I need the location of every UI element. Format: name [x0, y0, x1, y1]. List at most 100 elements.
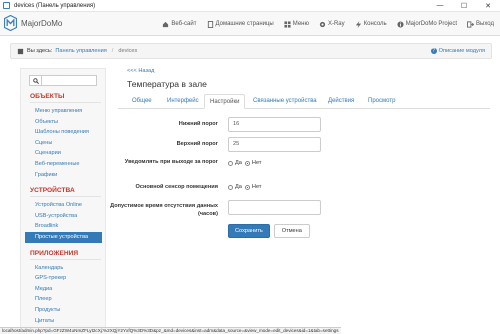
nav-project[interactable]: MajorDoMo Project — [397, 20, 458, 28]
main-sensor-yes-label: Да — [235, 184, 242, 190]
notify-radio-group: Да Нет — [228, 160, 264, 166]
nav-website[interactable]: Веб-сайт — [162, 21, 197, 28]
nav-project-label: MajorDoMo Project — [405, 21, 458, 27]
sidebar-item-scripts[interactable]: Сценарии — [21, 148, 105, 159]
breadcrumb-prefix: Вы здесь: — [27, 48, 53, 54]
main-sensor-no-label: Нет — [251, 184, 262, 190]
bolt-icon — [355, 20, 361, 28]
app-icon — [3, 2, 10, 9]
question-icon: ? — [430, 48, 437, 54]
sidebar-item-usb-devices[interactable]: USB-устройства — [21, 211, 105, 222]
notify-yes-radio[interactable] — [228, 160, 233, 166]
sidebar: ОБЪЕКТЫ Меню управления Объекты Шаблоны … — [20, 68, 106, 330]
tab-preview[interactable]: Просмотр — [368, 94, 395, 109]
main-sensor-yes-option[interactable]: Да — [228, 184, 242, 190]
nav-homepages-label: Домашние страницы — [215, 21, 274, 27]
nav-xray-label: X-Ray — [327, 21, 345, 27]
nav-menu[interactable]: Меню — [284, 20, 309, 28]
search-icon — [32, 77, 39, 84]
high-threshold-label: Верхний порог — [176, 141, 218, 147]
main-sensor-yes-radio[interactable] — [228, 184, 233, 190]
minimize-button[interactable]: — — [428, 0, 452, 12]
notify-no-option[interactable]: Нет — [244, 160, 262, 166]
tab-interface[interactable]: Интерфейс — [167, 94, 199, 109]
brand-name: MajorDoMo — [21, 18, 63, 28]
module-help-link[interactable]: ? Описание модуля — [430, 48, 485, 54]
nav-xray[interactable]: X-Ray — [319, 21, 345, 28]
file-icon — [207, 20, 213, 28]
sidebar-item-player[interactable]: Плеер — [21, 294, 105, 305]
nav-console[interactable]: Консоль — [355, 20, 387, 28]
tab-settings[interactable]: Настройки — [204, 94, 246, 109]
nav-homepages[interactable]: Домашние страницы — [207, 20, 274, 28]
tab-general[interactable]: Общее — [132, 94, 152, 109]
main-sensor-no-radio[interactable] — [244, 184, 250, 190]
absence-hours-input[interactable] — [228, 200, 321, 215]
form-buttons: Сохранить Отмена — [228, 224, 310, 238]
sidebar-item-scenes[interactable]: Сцены — [21, 138, 105, 149]
module-help-label: Описание модуля — [438, 48, 485, 54]
notify-yes-label: Да — [235, 160, 242, 166]
low-threshold-label: Нижний порог — [178, 121, 218, 127]
tabs: Общее Интерфейс Настройки Связанные устр… — [118, 94, 490, 109]
nav-logout[interactable]: Выход — [467, 20, 494, 28]
notify-no-label: Нет — [251, 160, 262, 166]
nav-links: Веб-сайт Домашние страницы Меню X-Ray Ко… — [152, 12, 494, 36]
low-threshold-input[interactable]: 16 — [228, 117, 321, 132]
sidebar-item-objects[interactable]: Объекты — [21, 117, 105, 128]
breadcrumb: Вы здесь: Панель управления / devices ? … — [10, 43, 492, 59]
high-threshold-input[interactable]: 25 — [228, 137, 321, 152]
sidebar-item-behavior-templates[interactable]: Шаблоны поведения — [21, 127, 105, 138]
absence-label: Допустимое время отсутствия данных (часо… — [110, 203, 218, 217]
cancel-button[interactable]: Отмена — [273, 224, 310, 238]
main-sensor-radio-group: Да Нет — [228, 184, 264, 190]
majordomo-logo-icon — [4, 15, 17, 31]
sidebar-item-devices-online[interactable]: Устройства Online — [21, 200, 105, 211]
page-title: Температура в зале — [127, 79, 207, 89]
sidebar-item-charts[interactable]: Графики — [21, 170, 105, 181]
home-icon — [163, 21, 169, 27]
breadcrumb-link-control-panel[interactable]: Панель управления — [55, 48, 106, 54]
window-title: devices (Панель управления) — [14, 2, 96, 9]
sidebar-item-broadlink[interactable]: Broadlink — [21, 221, 105, 232]
sidebar-item-web-variables[interactable]: Веб-переменные — [21, 159, 105, 170]
location-icon — [17, 48, 24, 54]
nav-logout-label: Выход — [476, 21, 494, 27]
main-sensor-no-option[interactable]: Нет — [244, 184, 262, 190]
tab-linked-devices[interactable]: Связанные устройства — [253, 94, 317, 109]
sidebar-item-calendar[interactable]: Календарь — [21, 263, 105, 274]
nav-console-label: Консоль — [363, 21, 387, 27]
main-sensor-label: Основной сенсор помещения — [135, 184, 218, 190]
back-link[interactable]: <<< Назад — [127, 68, 496, 74]
search-button[interactable] — [29, 75, 41, 86]
save-button[interactable]: Сохранить — [228, 224, 270, 238]
nav-website-label: Веб-сайт — [171, 21, 197, 27]
notify-yes-option[interactable]: Да — [228, 160, 242, 166]
notify-no-radio[interactable] — [244, 160, 250, 166]
sidebar-section-devices: УСТРОЙСТВА — [30, 187, 101, 198]
sidebar-item-media[interactable]: Медиа — [21, 284, 105, 295]
tab-actions[interactable]: Действия — [328, 94, 354, 109]
sidebar-section-apps: ПРИЛОЖЕНИЯ — [30, 250, 101, 260]
maximize-button[interactable]: ☐ — [452, 0, 476, 12]
sidebar-item-quotes[interactable]: Цитаты — [21, 316, 105, 327]
window-titlebar: devices (Панель управления) — ☐ ✕ — [0, 0, 500, 12]
sidebar-section-objects: ОБЪЕКТЫ — [30, 93, 101, 103]
grid-icon — [284, 20, 291, 28]
main-content: <<< Назад Температура в зале Общее Интер… — [110, 68, 496, 238]
sidebar-item-simple-devices[interactable]: Простые устройства — [25, 231, 102, 243]
top-navbar: MajorDoMo Веб-сайт Домашние страницы Мен… — [0, 12, 500, 36]
eye-icon — [319, 21, 326, 27]
sidebar-search — [29, 75, 97, 86]
window-controls: — ☐ ✕ — [428, 0, 500, 12]
logout-icon — [467, 20, 475, 28]
info-icon — [397, 20, 404, 28]
brand[interactable]: MajorDoMo — [4, 15, 62, 31]
sidebar-item-gps-tracker[interactable]: GPS-трекер — [21, 273, 105, 284]
breadcrumb-current: devices — [118, 48, 138, 54]
sidebar-search-input[interactable] — [41, 75, 97, 86]
status-bar-url: localhost/admin.php?pd=GFzZW4uNmZFLyt2cX… — [0, 327, 341, 334]
sidebar-item-control-menu[interactable]: Меню управления — [21, 106, 105, 117]
sidebar-item-products[interactable]: Продукты — [21, 305, 105, 316]
close-button[interactable]: ✕ — [476, 0, 500, 12]
